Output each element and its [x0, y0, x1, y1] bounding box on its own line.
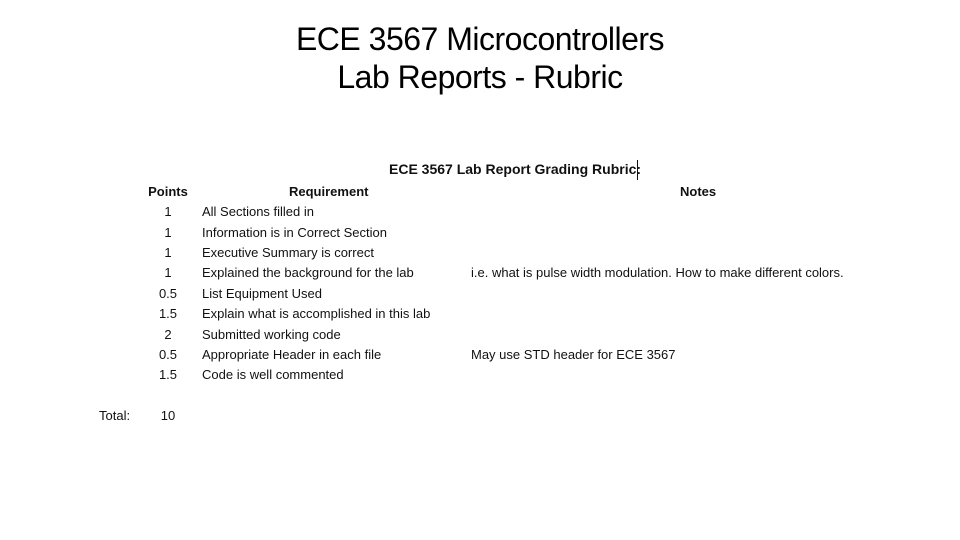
table-row: 2 Submitted working code — [0, 327, 960, 347]
row-requirement: All Sections filled in — [202, 204, 314, 219]
table-row: 1 Executive Summary is correct — [0, 245, 960, 265]
row-points: 1 — [164, 265, 172, 280]
row-notes: May use STD header for ECE 3567 — [471, 347, 676, 362]
slide-title-line-1: ECE 3567 Microcontrollers — [295, 21, 665, 57]
slide-title-line-2: Lab Reports - Rubric — [337, 59, 623, 95]
total-label: Total: — [99, 408, 131, 423]
text-cursor — [637, 160, 638, 180]
row-requirement: Executive Summary is correct — [202, 245, 374, 260]
header-requirement: Requirement — [289, 184, 369, 199]
table-row: 0.5 Appropriate Header in each file May … — [0, 347, 960, 367]
row-points: 2 — [164, 327, 172, 342]
table-row: 1 Explained the background for the lab i… — [0, 265, 960, 285]
row-points: 1.5 — [158, 306, 178, 321]
row-points: 0.5 — [158, 286, 178, 301]
table-row: 1.5 Explain what is accomplished in this… — [0, 306, 960, 326]
table-row: 0.5 List Equipment Used — [0, 286, 960, 306]
row-points: 1 — [164, 225, 172, 240]
rubric-caption: ECE 3567 Lab Report Grading Rubric: — [389, 161, 642, 177]
row-requirement: Information is in Correct Section — [202, 225, 387, 240]
row-requirement: Code is well commented — [202, 367, 344, 382]
total-value: 10 — [160, 408, 176, 423]
table-row: 1.5 Code is well commented — [0, 367, 960, 387]
row-requirement: Explained the background for the lab — [202, 265, 414, 280]
row-points: 1.5 — [158, 367, 178, 382]
row-requirement: Appropriate Header in each file — [202, 347, 382, 362]
row-requirement: Submitted working code — [202, 327, 341, 342]
table-row: 1 Information is in Correct Section — [0, 225, 960, 245]
row-points: 0.5 — [158, 347, 178, 362]
row-requirement: Explain what is accomplished in this lab — [202, 306, 431, 321]
row-notes: i.e. what is pulse width modulation. How… — [471, 265, 844, 280]
row-requirement: List Equipment Used — [202, 286, 322, 301]
header-notes: Notes — [680, 184, 717, 199]
row-points: 1 — [164, 245, 172, 260]
row-points: 1 — [164, 204, 172, 219]
header-points: Points — [148, 184, 188, 199]
table-row: 1 All Sections filled in — [0, 204, 960, 224]
